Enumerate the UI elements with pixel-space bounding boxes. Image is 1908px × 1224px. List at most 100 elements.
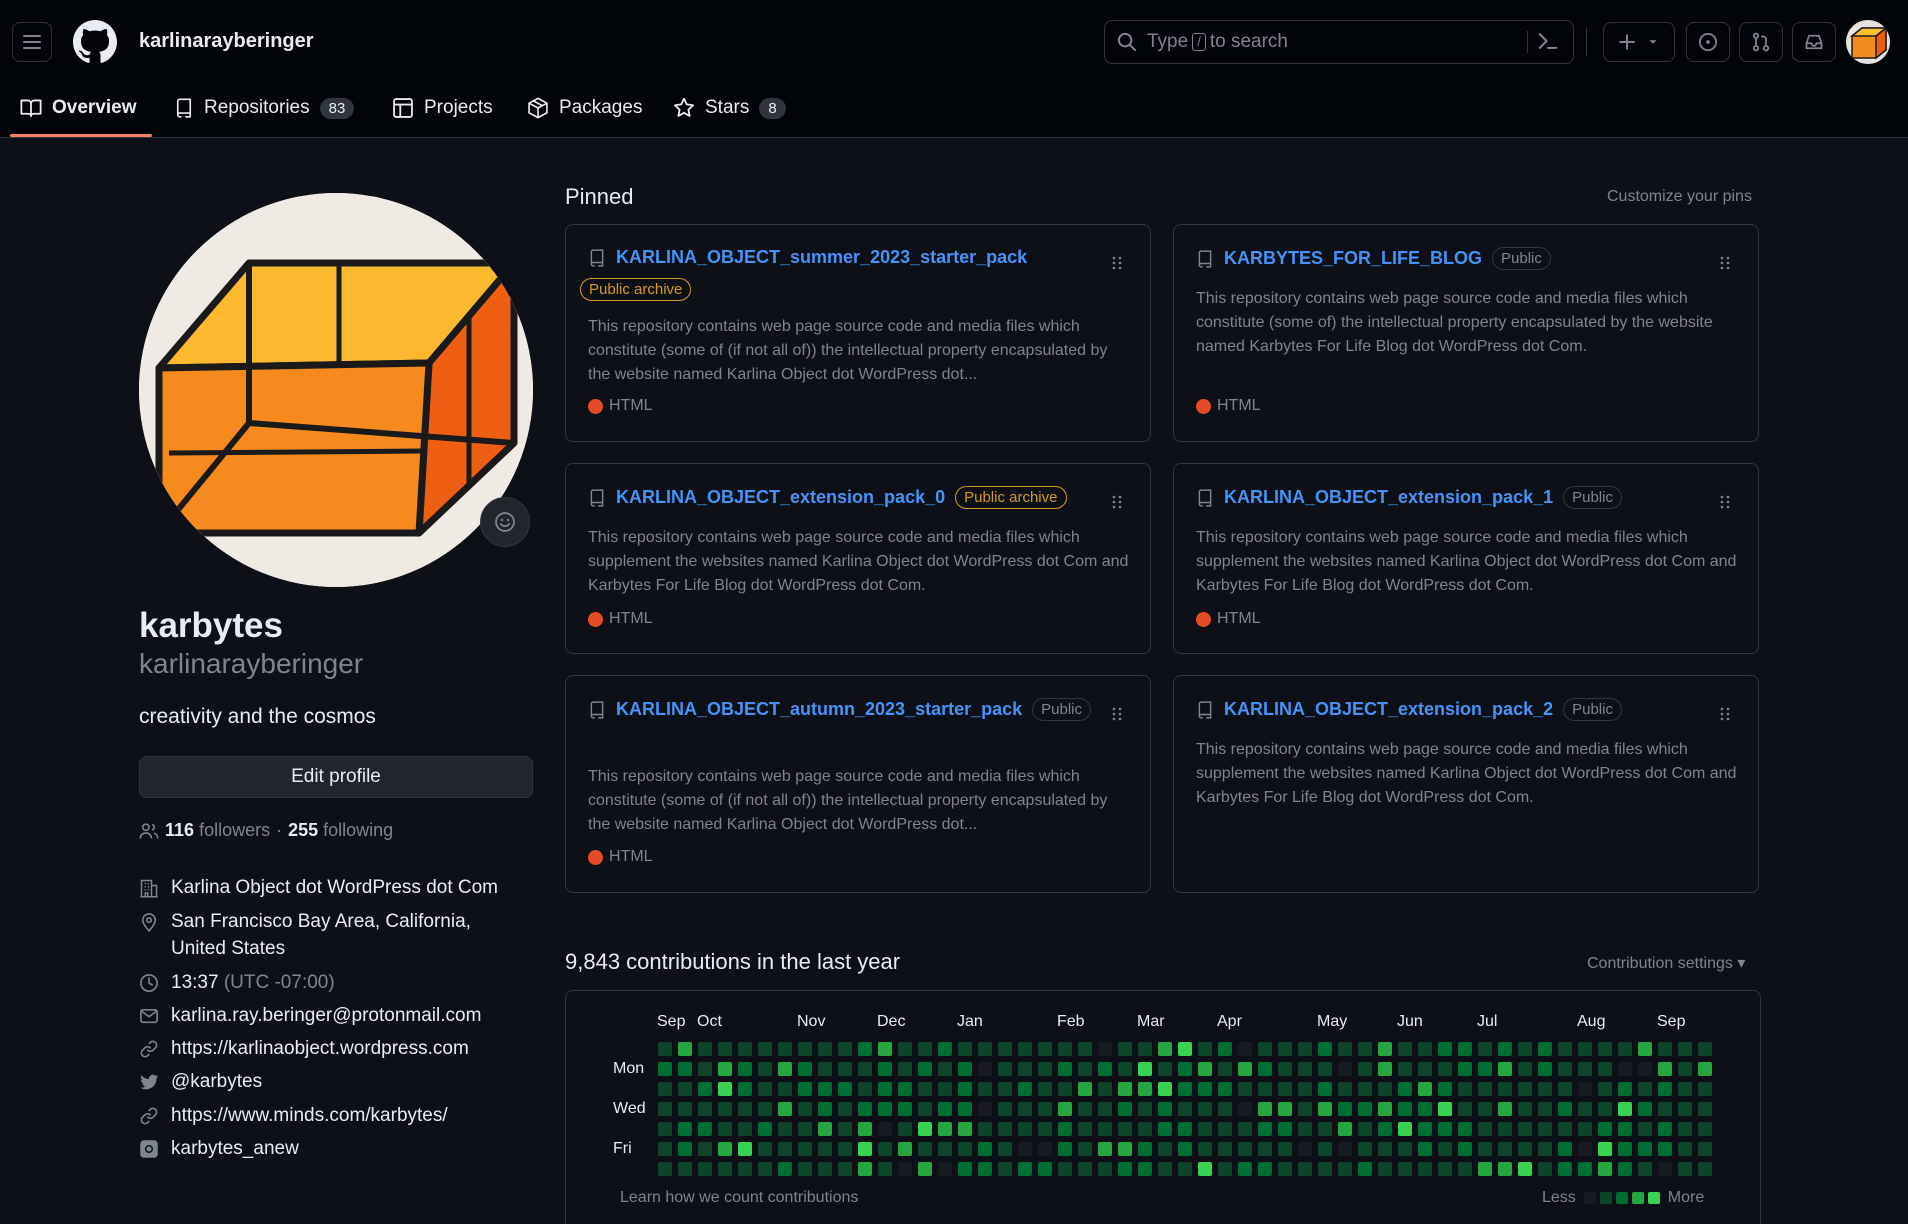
contribution-day-cell[interactable] <box>1278 1102 1292 1116</box>
contribution-day-cell[interactable] <box>718 1082 732 1096</box>
contribution-day-cell[interactable] <box>1038 1142 1052 1156</box>
contribution-day-cell[interactable] <box>1378 1062 1392 1076</box>
contribution-day-cell[interactable] <box>998 1142 1012 1156</box>
contribution-day-cell[interactable] <box>1178 1082 1192 1096</box>
contribution-day-cell[interactable] <box>1338 1062 1352 1076</box>
contribution-day-cell[interactable] <box>918 1102 932 1116</box>
menu-button[interactable] <box>12 22 52 62</box>
contribution-day-cell[interactable] <box>1578 1042 1592 1056</box>
drag-handle-icon[interactable] <box>1720 255 1730 271</box>
contribution-day-cell[interactable] <box>1298 1062 1312 1076</box>
contribution-day-cell[interactable] <box>1458 1042 1472 1056</box>
followers-link[interactable]: 116 followers <box>165 820 270 841</box>
contribution-day-cell[interactable] <box>698 1102 712 1116</box>
contribution-day-cell[interactable] <box>1238 1122 1252 1136</box>
contribution-day-cell[interactable] <box>938 1102 952 1116</box>
contribution-day-cell[interactable] <box>1678 1042 1692 1056</box>
contribution-day-cell[interactable] <box>778 1162 792 1176</box>
contribution-day-cell[interactable] <box>798 1142 812 1156</box>
contribution-day-cell[interactable] <box>1298 1102 1312 1116</box>
contribution-day-cell[interactable] <box>738 1142 752 1156</box>
contribution-day-cell[interactable] <box>718 1162 732 1176</box>
contribution-day-cell[interactable] <box>1538 1122 1552 1136</box>
contribution-day-cell[interactable] <box>978 1162 992 1176</box>
contribution-day-cell[interactable] <box>1098 1082 1112 1096</box>
contribution-day-cell[interactable] <box>1558 1142 1572 1156</box>
contribution-day-cell[interactable] <box>1198 1082 1212 1096</box>
contribution-day-cell[interactable] <box>818 1102 832 1116</box>
contribution-day-cell[interactable] <box>1558 1042 1572 1056</box>
contribution-day-cell[interactable] <box>1638 1102 1652 1116</box>
contribution-day-cell[interactable] <box>1018 1082 1032 1096</box>
contribution-day-cell[interactable] <box>1378 1102 1392 1116</box>
repo-name-link[interactable]: KARLINA_OBJECT_autumn_2023_starter_pack <box>616 699 1022 720</box>
contribution-day-cell[interactable] <box>1258 1142 1272 1156</box>
email-link[interactable]: karlina.ray.beringer@protonmail.com <box>171 1002 481 1029</box>
contribution-day-cell[interactable] <box>1218 1082 1232 1096</box>
contribution-day-cell[interactable] <box>938 1142 952 1156</box>
contribution-day-cell[interactable] <box>1598 1162 1612 1176</box>
contribution-day-cell[interactable] <box>1078 1162 1092 1176</box>
contribution-day-cell[interactable] <box>1078 1062 1092 1076</box>
contribution-day-cell[interactable] <box>838 1102 852 1116</box>
contribution-day-cell[interactable] <box>1378 1122 1392 1136</box>
contribution-day-cell[interactable] <box>1278 1062 1292 1076</box>
contribution-day-cell[interactable] <box>838 1082 852 1096</box>
contribution-day-cell[interactable] <box>878 1122 892 1136</box>
contribution-day-cell[interactable] <box>858 1142 872 1156</box>
contribution-day-cell[interactable] <box>1158 1102 1172 1116</box>
contribution-day-cell[interactable] <box>1038 1102 1052 1116</box>
contribution-day-cell[interactable] <box>898 1162 912 1176</box>
contribution-day-cell[interactable] <box>918 1042 932 1056</box>
contribution-day-cell[interactable] <box>1238 1142 1252 1156</box>
contribution-day-cell[interactable] <box>1398 1082 1412 1096</box>
contribution-day-cell[interactable] <box>1038 1082 1052 1096</box>
repo-name-link[interactable]: KARLINA_OBJECT_extension_pack_2 <box>1224 699 1553 720</box>
contribution-day-cell[interactable] <box>1298 1162 1312 1176</box>
contribution-day-cell[interactable] <box>1118 1062 1132 1076</box>
tab-packages[interactable]: Packages <box>527 90 642 126</box>
contribution-day-cell[interactable] <box>1498 1142 1512 1156</box>
contribution-day-cell[interactable] <box>1438 1102 1452 1116</box>
contribution-day-cell[interactable] <box>1058 1142 1072 1156</box>
contribution-day-cell[interactable] <box>1018 1162 1032 1176</box>
contribution-day-cell[interactable] <box>658 1042 672 1056</box>
contribution-day-cell[interactable] <box>1198 1162 1212 1176</box>
contribution-day-cell[interactable] <box>1398 1122 1412 1136</box>
contribution-day-cell[interactable] <box>1678 1162 1692 1176</box>
contribution-day-cell[interactable] <box>1218 1062 1232 1076</box>
contribution-day-cell[interactable] <box>1578 1122 1592 1136</box>
contribution-day-cell[interactable] <box>1538 1042 1552 1056</box>
contribution-day-cell[interactable] <box>1378 1082 1392 1096</box>
contribution-day-cell[interactable] <box>1118 1142 1132 1156</box>
tab-stars[interactable]: Stars 8 <box>673 90 786 126</box>
contribution-day-cell[interactable] <box>1618 1142 1632 1156</box>
profile-twitter[interactable]: @karbytes <box>139 1068 262 1095</box>
contribution-day-cell[interactable] <box>758 1142 772 1156</box>
contribution-day-cell[interactable] <box>1338 1122 1352 1136</box>
contribution-day-cell[interactable] <box>1178 1042 1192 1056</box>
contribution-day-cell[interactable] <box>1098 1122 1112 1136</box>
contribution-day-cell[interactable] <box>1658 1142 1672 1156</box>
contribution-day-cell[interactable] <box>1498 1122 1512 1136</box>
contribution-day-cell[interactable] <box>1638 1142 1652 1156</box>
drag-handle-icon[interactable] <box>1720 706 1730 722</box>
profile-website[interactable]: https://karlinaobject.wordpress.com <box>139 1035 469 1062</box>
drag-handle-icon[interactable] <box>1720 494 1730 510</box>
contribution-day-cell[interactable] <box>658 1102 672 1116</box>
search-input[interactable]: Type / to search <box>1104 20 1574 64</box>
contribution-day-cell[interactable] <box>1058 1102 1072 1116</box>
contribution-day-cell[interactable] <box>958 1102 972 1116</box>
contribution-day-cell[interactable] <box>698 1142 712 1156</box>
contribution-day-cell[interactable] <box>1278 1122 1292 1136</box>
following-link[interactable]: 255 following <box>288 820 393 841</box>
contribution-day-cell[interactable] <box>1098 1062 1112 1076</box>
contribution-day-cell[interactable] <box>1598 1042 1612 1056</box>
contribution-day-cell[interactable] <box>918 1122 932 1136</box>
contribution-day-cell[interactable] <box>778 1082 792 1096</box>
header-username[interactable]: karlinarayberinger <box>139 30 314 53</box>
contribution-day-cell[interactable] <box>738 1122 752 1136</box>
contribution-day-cell[interactable] <box>1678 1102 1692 1116</box>
contribution-day-cell[interactable] <box>658 1142 672 1156</box>
twitter-link[interactable]: @karbytes <box>171 1068 262 1095</box>
